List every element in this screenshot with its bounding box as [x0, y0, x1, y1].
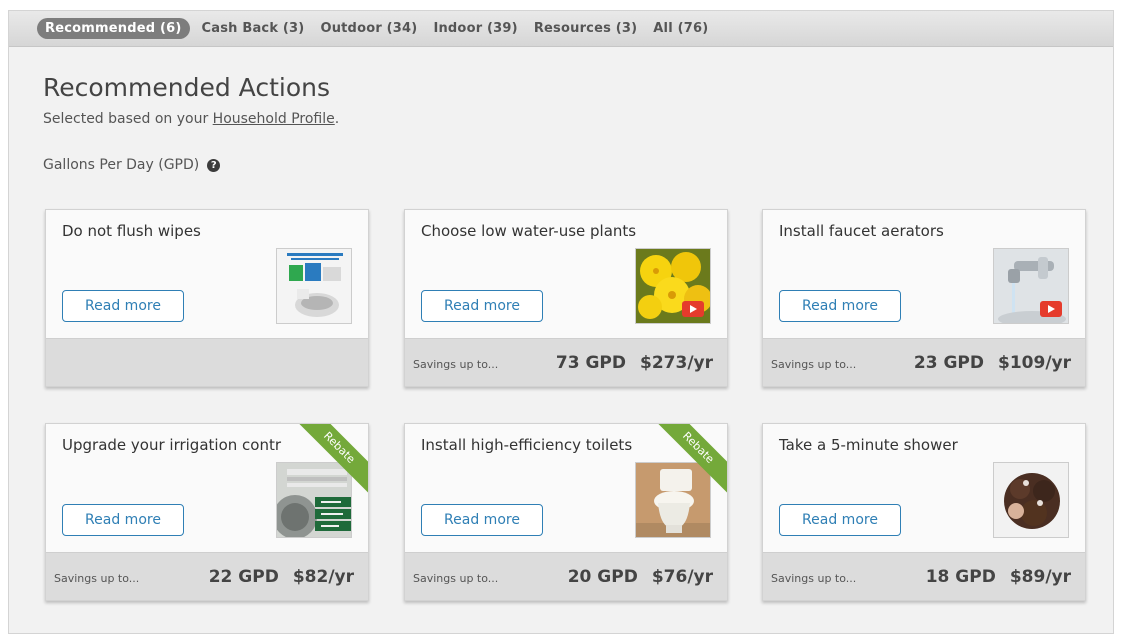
card-footer: [46, 338, 368, 386]
gpd-savings: 23 GPD: [913, 352, 984, 373]
card-footer: Savings up to... 22 GPD $82/yr: [46, 552, 368, 600]
tab-indoor[interactable]: Indoor (39): [433, 21, 517, 36]
read-more-button[interactable]: Read more: [779, 504, 901, 536]
rebate-ribbon: Rebate: [296, 424, 368, 496]
savings-label: Savings up to...: [54, 572, 140, 585]
action-card-faucet-aerators: Install faucet aerators Read more Saving…: [762, 209, 1086, 387]
card-footer: Savings up to... 73 GPD $273/yr: [405, 338, 727, 386]
card-footer: Savings up to... 20 GPD $76/yr: [405, 552, 727, 600]
play-video-icon[interactable]: [682, 301, 704, 317]
action-card-irrigation-controller: Upgrade your irrigation contr Rebate Rea…: [45, 423, 369, 601]
shower-hair-thumbnail-icon: [993, 462, 1069, 538]
subtitle-suffix: .: [334, 111, 340, 127]
card-title: Choose low water-use plants: [421, 222, 637, 240]
gpd-legend: Gallons Per Day (GPD) ?: [43, 157, 221, 173]
page-title: Recommended Actions: [43, 73, 330, 102]
category-tab-bar: Recommended (6) Cash Back (3) Outdoor (3…: [9, 11, 1113, 47]
read-more-button[interactable]: Read more: [421, 290, 543, 322]
read-more-button[interactable]: Read more: [62, 290, 184, 322]
wipes-poster-thumbnail-icon: [276, 248, 352, 324]
gpd-savings: 20 GPD: [567, 566, 638, 587]
savings-label: Savings up to...: [771, 572, 857, 585]
tab-cash-back[interactable]: Cash Back (3): [202, 21, 305, 36]
card-title: Take a 5-minute shower: [779, 436, 958, 454]
savings-label: Savings up to...: [771, 358, 857, 371]
yearly-savings: $273/yr: [640, 352, 713, 373]
read-more-button[interactable]: Read more: [62, 504, 184, 536]
action-card-five-minute-shower: Take a 5-minute shower Read more Savings…: [762, 423, 1086, 601]
read-more-button[interactable]: Read more: [779, 290, 901, 322]
card-title: Upgrade your irrigation contr: [62, 436, 281, 454]
action-card-flush-wipes: Do not flush wipes Read more: [45, 209, 369, 387]
yearly-savings: $89/yr: [1009, 566, 1071, 587]
card-title: Install faucet aerators: [779, 222, 944, 240]
gpd-label: Gallons Per Day (GPD): [43, 157, 200, 173]
household-profile-link[interactable]: Household Profile: [213, 111, 335, 127]
rebate-ribbon-label: Rebate: [296, 424, 368, 495]
play-video-icon[interactable]: [1040, 301, 1062, 317]
action-card-low-water-plants: Choose low water-use plants Read more Sa…: [404, 209, 728, 387]
action-card-high-efficiency-toilets: Install high-efficiency toilets Rebate R…: [404, 423, 728, 601]
subtitle-prefix: Selected based on your: [43, 111, 213, 127]
savings-label: Savings up to...: [413, 572, 499, 585]
card-footer: Savings up to... 23 GPD $109/yr: [763, 338, 1085, 386]
yellow-flowers-video-thumbnail-icon[interactable]: [635, 248, 711, 324]
tab-outdoor[interactable]: Outdoor (34): [320, 21, 417, 36]
rebate-ribbon: Rebate: [655, 424, 727, 496]
help-icon[interactable]: ?: [207, 158, 221, 172]
rebate-ribbon-label: Rebate: [655, 424, 727, 495]
tab-all[interactable]: All (76): [653, 21, 708, 36]
gpd-savings: 18 GPD: [925, 566, 996, 587]
yearly-savings: $76/yr: [651, 566, 713, 587]
gpd-savings: 22 GPD: [208, 566, 279, 587]
read-more-button[interactable]: Read more: [421, 504, 543, 536]
gpd-savings: 73 GPD: [555, 352, 626, 373]
yearly-savings: $109/yr: [998, 352, 1071, 373]
tab-resources[interactable]: Resources (3): [534, 21, 637, 36]
card-title: Do not flush wipes: [62, 222, 201, 240]
savings-label: Savings up to...: [413, 358, 499, 371]
faucet-video-thumbnail-icon[interactable]: [993, 248, 1069, 324]
card-footer: Savings up to... 18 GPD $89/yr: [763, 552, 1085, 600]
page-subtitle: Selected based on your Household Profile…: [43, 111, 339, 127]
actions-panel: Recommended (6) Cash Back (3) Outdoor (3…: [8, 10, 1114, 634]
yearly-savings: $82/yr: [292, 566, 354, 587]
card-title: Install high-efficiency toilets: [421, 436, 633, 454]
tab-recommended[interactable]: Recommended (6): [37, 18, 190, 39]
